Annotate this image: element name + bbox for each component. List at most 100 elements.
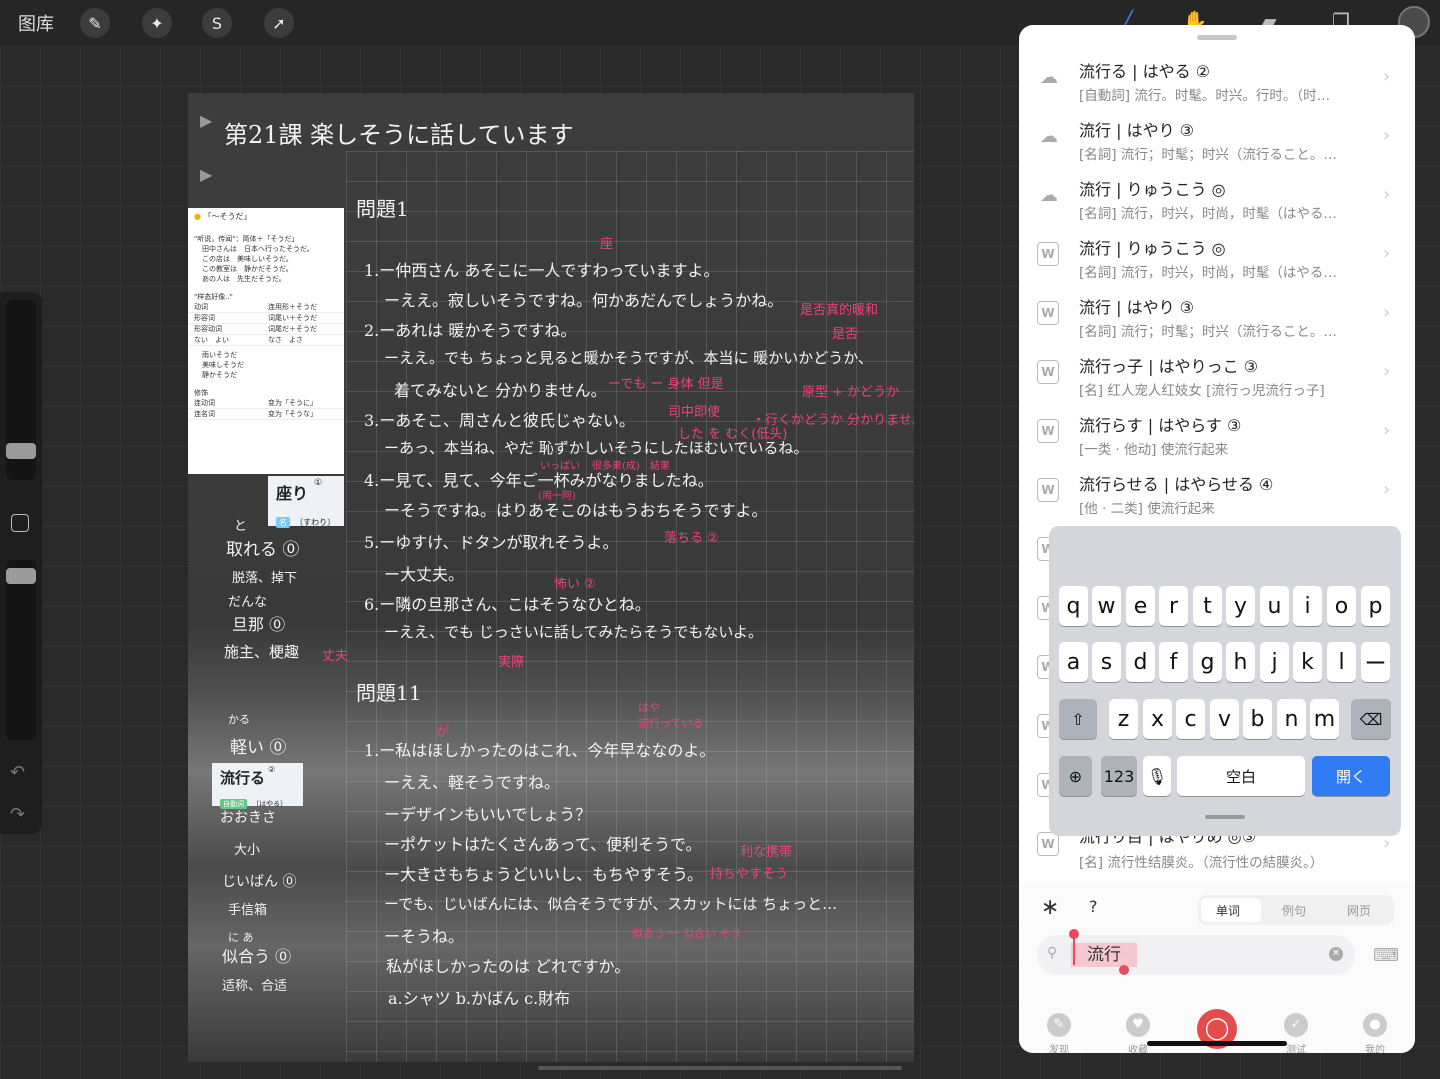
key-x[interactable]: x bbox=[1143, 699, 1172, 739]
result-entry[interactable]: W 流行らせる | はやらせる ④ [他 · 二类] 使流行起来 › bbox=[1019, 463, 1415, 522]
panel-grabber[interactable] bbox=[1197, 35, 1237, 40]
key-l[interactable]: l bbox=[1327, 642, 1356, 682]
key-j[interactable]: j bbox=[1260, 642, 1289, 682]
shift-icon[interactable]: ⇧ bbox=[1059, 699, 1097, 739]
result-entry[interactable]: W 流行 | はやり ③ [名詞] 流行；时髦；时兴（流行ること。… › bbox=[1019, 286, 1415, 345]
annotation: 怖い ② bbox=[554, 577, 596, 592]
key-o[interactable]: o bbox=[1327, 586, 1356, 626]
search-input[interactable]: ⚲ 流行 ✕ bbox=[1037, 929, 1355, 975]
key-t[interactable]: t bbox=[1193, 586, 1222, 626]
segment-web[interactable]: 网页 bbox=[1347, 902, 1371, 919]
clear-icon[interactable]: ✕ bbox=[1329, 947, 1343, 961]
margin-word: 旦那 ⓪ bbox=[232, 615, 286, 634]
key-long-vowel[interactable]: ー bbox=[1361, 642, 1390, 682]
magic-wand-icon[interactable]: ✦ bbox=[142, 8, 172, 38]
margin-word: 軽い ⓪ bbox=[230, 738, 287, 758]
microphone-icon[interactable]: 🎙 bbox=[1143, 756, 1171, 796]
key-r[interactable]: r bbox=[1159, 586, 1188, 626]
note-table-row: ない よい なさ よさ bbox=[188, 335, 344, 346]
annotation: 落ちる ② bbox=[664, 531, 719, 546]
key-v[interactable]: v bbox=[1210, 699, 1239, 739]
segment-example[interactable]: 例句 bbox=[1282, 902, 1306, 919]
undo-icon[interactable]: ↶ bbox=[10, 762, 25, 783]
note-bullet: "样态好像.." bbox=[194, 293, 233, 301]
key-z[interactable]: z bbox=[1109, 699, 1138, 739]
entry-head: 流行る | はやる ② bbox=[1079, 62, 1210, 81]
annotation: ーでも ー 身体 但是 bbox=[608, 377, 724, 392]
key-k[interactable]: k bbox=[1293, 642, 1322, 682]
key-y[interactable]: y bbox=[1226, 586, 1255, 626]
key-s[interactable]: s bbox=[1092, 642, 1121, 682]
key-g[interactable]: g bbox=[1193, 642, 1222, 682]
text-line: a.シャツ b.かばん c.財布 bbox=[388, 989, 571, 1008]
key-b[interactable]: b bbox=[1243, 699, 1272, 739]
note-example: あの人は 先生だそうだ。 bbox=[202, 275, 286, 283]
text-line: 私がほしかったのは どれですか。 bbox=[386, 957, 631, 976]
note-example: 美味しそうだ bbox=[202, 361, 244, 369]
annotation: いっぱい bbox=[540, 461, 580, 472]
transform-arrow-icon[interactable]: ➚ bbox=[264, 8, 294, 38]
wildcard-asterisk-button[interactable]: ∗ bbox=[1041, 895, 1059, 920]
margin-word: 大小 bbox=[234, 843, 261, 858]
result-entry[interactable]: W 流行らす | はやらす ③ [一类 · 他动] 使流行起来 › bbox=[1019, 404, 1415, 463]
opacity-knob[interactable] bbox=[6, 568, 36, 584]
note-example: 田中さんは 日本へ行ったそうだ。 bbox=[202, 245, 314, 253]
key-p[interactable]: p bbox=[1361, 586, 1390, 626]
entry-definition: [自動詞] 流行。时髦。时兴。行时。（时… bbox=[1079, 88, 1331, 104]
key-i[interactable]: i bbox=[1293, 586, 1322, 626]
word-card-pos: 自動詞 〔はやる〕 bbox=[220, 791, 287, 810]
nav-test[interactable]: ✓ 测试 bbox=[1271, 1013, 1321, 1053]
result-entry[interactable]: ☁ 流行 | はやり ③ [名詞] 流行；时髦；时兴（流行ること。… › bbox=[1019, 109, 1415, 168]
keyboard-grabber[interactable] bbox=[1205, 815, 1245, 819]
brush-size-slider[interactable] bbox=[6, 300, 36, 480]
margin-word: 施主、梗趣 bbox=[224, 643, 300, 661]
key-h[interactable]: h bbox=[1226, 642, 1255, 682]
brush-size-knob[interactable] bbox=[6, 443, 36, 459]
eyedropper-button[interactable] bbox=[11, 514, 29, 532]
key-e[interactable]: e bbox=[1126, 586, 1155, 626]
opacity-slider[interactable] bbox=[6, 560, 36, 740]
result-entry[interactable]: W 流行 | りゅうこう ◎ [名詞] 流行，时兴，时尚，时髦（はやる… › bbox=[1019, 227, 1415, 286]
key-n[interactable]: n bbox=[1277, 699, 1306, 739]
key-q[interactable]: q bbox=[1059, 586, 1088, 626]
selection-icon[interactable]: S bbox=[202, 8, 232, 38]
nav-favorites[interactable]: ♥ 收藏 bbox=[1113, 1013, 1163, 1053]
margin-word: 手信箱 bbox=[228, 903, 268, 918]
section-title-2: 問題11 bbox=[356, 681, 422, 705]
annotation: 原型 + かどうか bbox=[802, 385, 900, 400]
result-entry[interactable]: ☁ 流行る | はやる ② [自動詞] 流行。时髦。时兴。行时。（时… › bbox=[1019, 50, 1415, 109]
open-return-key[interactable]: 開く bbox=[1312, 756, 1390, 796]
key-a[interactable]: a bbox=[1059, 642, 1088, 682]
globe-icon[interactable]: ⊕ bbox=[1059, 756, 1092, 796]
word-book-icon: W bbox=[1037, 301, 1059, 325]
space-key[interactable]: 空白 bbox=[1177, 756, 1305, 796]
key-w[interactable]: w bbox=[1092, 586, 1121, 626]
text-line: ーええ、でも じっさいに話してみたらそうでもないよ。 bbox=[384, 623, 764, 641]
result-entry[interactable]: ☁ 流行 | りゅうこう ◎ [名詞] 流行，时兴，时尚，时髦（はやる… › bbox=[1019, 168, 1415, 227]
search-query-text[interactable]: 流行 bbox=[1071, 943, 1137, 967]
key-d[interactable]: d bbox=[1126, 642, 1155, 682]
nav-profile[interactable]: ● 我的 bbox=[1350, 1013, 1400, 1053]
entry-definition: [名] 红人宠人红妓女 [流行っ児流行っ子] bbox=[1079, 383, 1325, 399]
backspace-icon[interactable]: ⌫ bbox=[1351, 699, 1391, 739]
redo-icon[interactable]: ↷ bbox=[10, 804, 25, 825]
key-c[interactable]: c bbox=[1176, 699, 1205, 739]
key-u[interactable]: u bbox=[1260, 586, 1289, 626]
horizontal-scroll-indicator[interactable] bbox=[538, 1066, 902, 1070]
folder-heart-icon: ♥ bbox=[1126, 1013, 1150, 1037]
key-m[interactable]: m bbox=[1310, 699, 1339, 739]
numbers-key[interactable]: 123 bbox=[1101, 756, 1137, 796]
note-bullet: 修饰 bbox=[194, 389, 208, 397]
word-book-icon: W bbox=[1037, 478, 1059, 502]
wrench-icon[interactable]: ✎ bbox=[80, 8, 110, 38]
gallery-button[interactable]: 图库 bbox=[18, 10, 54, 36]
word-card-word: 流行る bbox=[220, 769, 266, 787]
keyboard-icon[interactable]: ⌨ bbox=[1373, 945, 1399, 966]
key-f[interactable]: f bbox=[1159, 642, 1188, 682]
selection-handle-end[interactable] bbox=[1119, 965, 1129, 975]
result-entry[interactable]: W 流行っ子 | はやりっこ ③ [名] 红人宠人红妓女 [流行っ児流行っ子] … bbox=[1019, 345, 1415, 404]
word-card-accent: ② bbox=[268, 765, 276, 774]
question-mark-button[interactable]: ? bbox=[1089, 897, 1098, 916]
segment-word[interactable]: 单词 bbox=[1216, 902, 1240, 919]
nav-discover[interactable]: ✎ 发现 bbox=[1034, 1013, 1084, 1053]
